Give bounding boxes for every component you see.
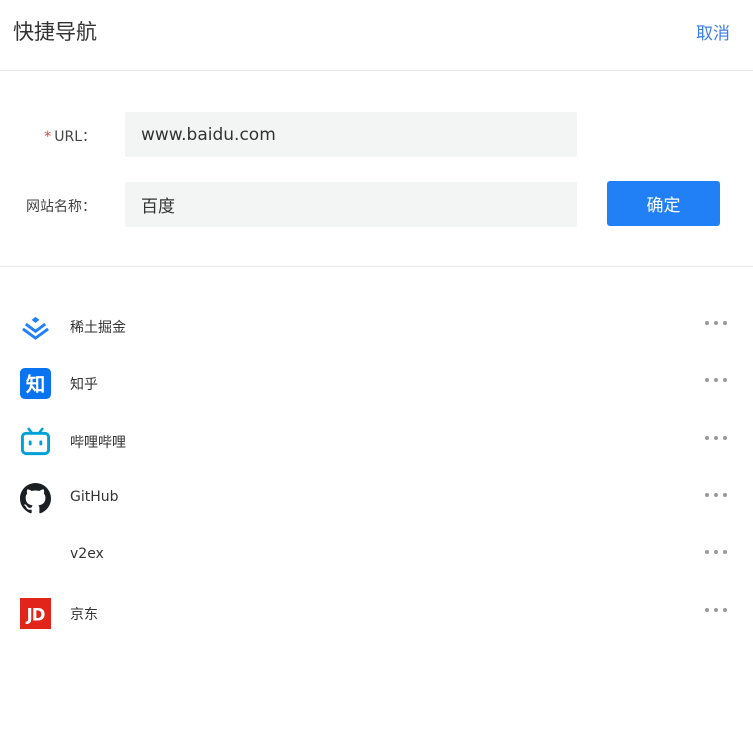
list-item[interactable]: 知 知乎 [0,325,753,399]
confirm-button[interactable]: 确定 [607,181,720,226]
list-item[interactable]: 稀土掘金 [0,268,753,340]
page-title: 快捷导航 [13,20,97,44]
site-name-label: 网站名称： [26,199,96,215]
cancel-button[interactable]: 取消 [696,19,730,44]
jd-icon: JD [20,598,51,629]
svg-text:JD: JD [26,605,45,624]
site-name-input[interactable] [125,182,577,227]
site-name: 京东 [70,607,98,623]
list-item[interactable]: 哔哩哔哩 [0,383,753,456]
url-label-text: URL： [54,129,96,145]
list-item[interactable]: JD 京东 [0,555,753,629]
add-shortcut-form: *URL： 网站名称： 确定 [0,71,753,267]
list-item[interactable]: GitHub [0,440,753,514]
url-input[interactable] [125,112,577,157]
url-label: * URL： [44,126,96,146]
required-mark: * [44,129,52,145]
header: 快捷导航 取消 [0,0,753,71]
list-item[interactable]: v2ex [0,497,753,562]
more-options-icon[interactable] [705,600,727,620]
